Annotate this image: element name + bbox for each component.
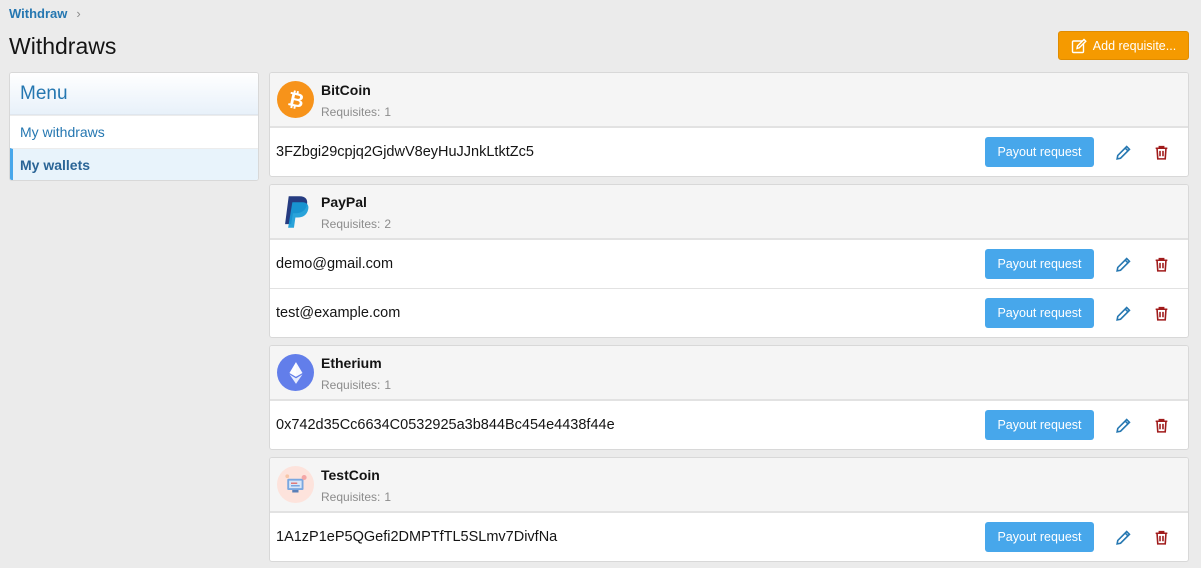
wallets-list: ₿ BitCoin Requisites: 1 3FZbgi29cpjq2Gjd…: [269, 72, 1189, 568]
trash-icon[interactable]: [1152, 255, 1170, 273]
wallet-group-header: TestCoin Requisites: 1: [270, 458, 1188, 512]
wallet-address: 0x742d35Cc6634C0532925a3b844Bc454e4438f4…: [276, 417, 615, 433]
trash-icon[interactable]: [1152, 528, 1170, 546]
payout-request-button[interactable]: Payout request: [985, 522, 1094, 552]
wallet-name: Etherium: [321, 355, 382, 371]
wallet-row: 3FZbgi29cpjq2GjdwV8eyHuJJnkLtktZc5 Payou…: [270, 127, 1188, 176]
requisites-count: Requisites: 2: [321, 217, 391, 231]
requisites-label: Requisites:: [321, 490, 381, 504]
menu-title: Menu: [10, 73, 258, 115]
wallet-row: 0x742d35Cc6634C0532925a3b844Bc454e4438f4…: [270, 400, 1188, 449]
requisites-count: Requisites: 1: [321, 378, 391, 392]
requisites-label: Requisites:: [321, 217, 381, 231]
page-title: Withdraws: [9, 33, 117, 59]
add-requisite-label: Add requisite...: [1092, 38, 1177, 53]
wallet-group-testcoin: TestCoin Requisites: 1 1A1zP1eP5QGefi2DM…: [269, 457, 1189, 562]
add-requisite-button[interactable]: Add requisite...: [1058, 31, 1189, 60]
testcoin-icon: [277, 466, 314, 503]
trash-icon[interactable]: [1152, 143, 1170, 161]
wallet-row: test@example.com Payout request: [270, 288, 1188, 337]
sidebar-item-my-withdraws[interactable]: My withdraws: [10, 115, 258, 148]
bitcoin-icon: ₿: [277, 81, 314, 118]
wallet-group-bitcoin: ₿ BitCoin Requisites: 1 3FZbgi29cpjq2Gjd…: [269, 72, 1189, 177]
wallet-group-header: Etherium Requisites: 1: [270, 346, 1188, 400]
payout-request-button[interactable]: Payout request: [985, 249, 1094, 279]
paypal-icon: [277, 193, 314, 230]
wallet-row: demo@gmail.com Payout request: [270, 239, 1188, 288]
requisites-value: 1: [384, 378, 392, 392]
breadcrumb: Withdraw ›: [9, 6, 81, 21]
wallet-address: 1A1zP1eP5QGefi2DMPTfTL5SLmv7DivfNa: [276, 529, 558, 545]
edit-square-icon: [1071, 38, 1087, 53]
requisites-value: 1: [384, 105, 392, 119]
wallet-name: PayPal: [321, 194, 367, 210]
requisites-label: Requisites:: [321, 105, 381, 119]
ethereum-icon: [277, 354, 314, 391]
wallet-address: 3FZbgi29cpjq2GjdwV8eyHuJJnkLtktZc5: [276, 144, 534, 160]
sidebar-menu: Menu My withdraws My wallets: [9, 72, 259, 181]
sidebar-item-my-wallets[interactable]: My wallets: [10, 148, 258, 180]
wallet-group-etherium: Etherium Requisites: 1 0x742d35Cc6634C05…: [269, 345, 1189, 450]
requisites-value: 1: [384, 490, 392, 504]
payout-request-button[interactable]: Payout request: [985, 298, 1094, 328]
wallet-address: demo@gmail.com: [276, 256, 394, 272]
wallet-name: TestCoin: [321, 467, 380, 483]
requisites-value: 2: [384, 217, 392, 231]
breadcrumb-withdraw-link[interactable]: Withdraw: [9, 6, 67, 21]
wallet-address: test@example.com: [276, 305, 401, 321]
requisites-count: Requisites: 1: [321, 490, 391, 504]
wallet-row: 1A1zP1eP5QGefi2DMPTfTL5SLmv7DivfNa Payou…: [270, 512, 1188, 561]
payout-request-button[interactable]: Payout request: [985, 137, 1094, 167]
pencil-icon[interactable]: [1114, 528, 1132, 546]
wallet-group-paypal: PayPal Requisites: 2 demo@gmail.com Payo…: [269, 184, 1189, 338]
pencil-icon[interactable]: [1114, 143, 1132, 161]
pencil-icon[interactable]: [1114, 255, 1132, 273]
wallet-name: BitCoin: [321, 82, 371, 98]
payout-request-button[interactable]: Payout request: [985, 410, 1094, 440]
pencil-icon[interactable]: [1114, 304, 1132, 322]
requisites-label: Requisites:: [321, 378, 381, 392]
requisites-count: Requisites: 1: [321, 105, 391, 119]
wallet-group-header: PayPal Requisites: 2: [270, 185, 1188, 239]
pencil-icon[interactable]: [1114, 416, 1132, 434]
svg-text:₿: ₿: [285, 87, 305, 113]
trash-icon[interactable]: [1152, 304, 1170, 322]
wallet-group-header: ₿ BitCoin Requisites: 1: [270, 73, 1188, 127]
chevron-right-icon: ›: [76, 6, 81, 21]
trash-icon[interactable]: [1152, 416, 1170, 434]
